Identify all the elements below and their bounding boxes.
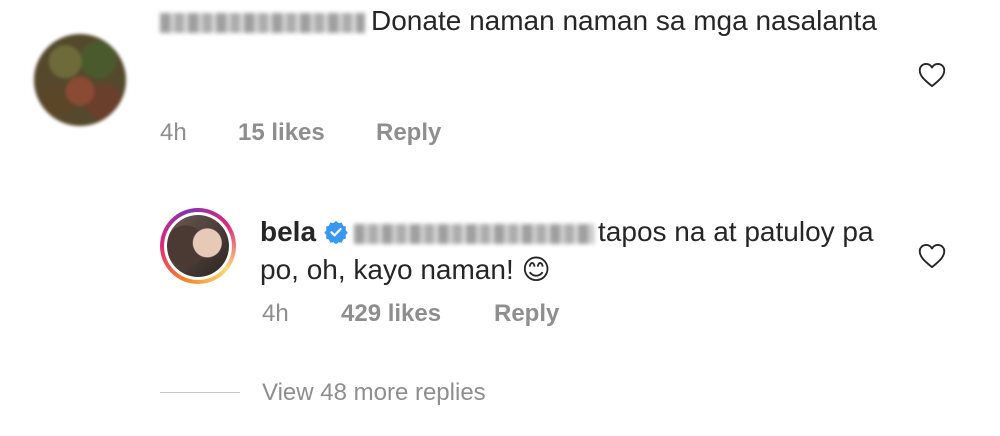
reply-likes[interactable]: 429 likes	[341, 300, 441, 328]
comment-reply-button[interactable]: Reply	[376, 119, 441, 147]
reply-avatar[interactable]	[160, 208, 236, 284]
heart-outline-icon[interactable]	[918, 62, 946, 88]
reply-body: bela tapos na at patuloy pa po, oh, kayo …	[260, 213, 890, 289]
comment-likes[interactable]: 15 likes	[238, 119, 325, 147]
reply-reply-button[interactable]: Reply	[494, 300, 559, 328]
blurred-username[interactable]	[160, 12, 365, 33]
reply-username[interactable]: bela	[260, 216, 316, 247]
commenter-avatar[interactable]	[34, 34, 126, 126]
reply-time: 4h	[262, 300, 289, 327]
heart-outline-icon[interactable]	[918, 243, 946, 269]
replies-divider	[160, 392, 240, 393]
blurred-mention[interactable]	[354, 223, 595, 244]
comment-body: Donate naman naman sa mga nasalanta	[160, 2, 880, 40]
view-more-replies-button[interactable]: View 48 more replies	[262, 379, 486, 407]
comment-text: Donate naman naman sa mga nasalanta	[371, 5, 877, 36]
verified-badge-icon	[324, 221, 348, 244]
comment-time: 4h	[160, 119, 187, 146]
